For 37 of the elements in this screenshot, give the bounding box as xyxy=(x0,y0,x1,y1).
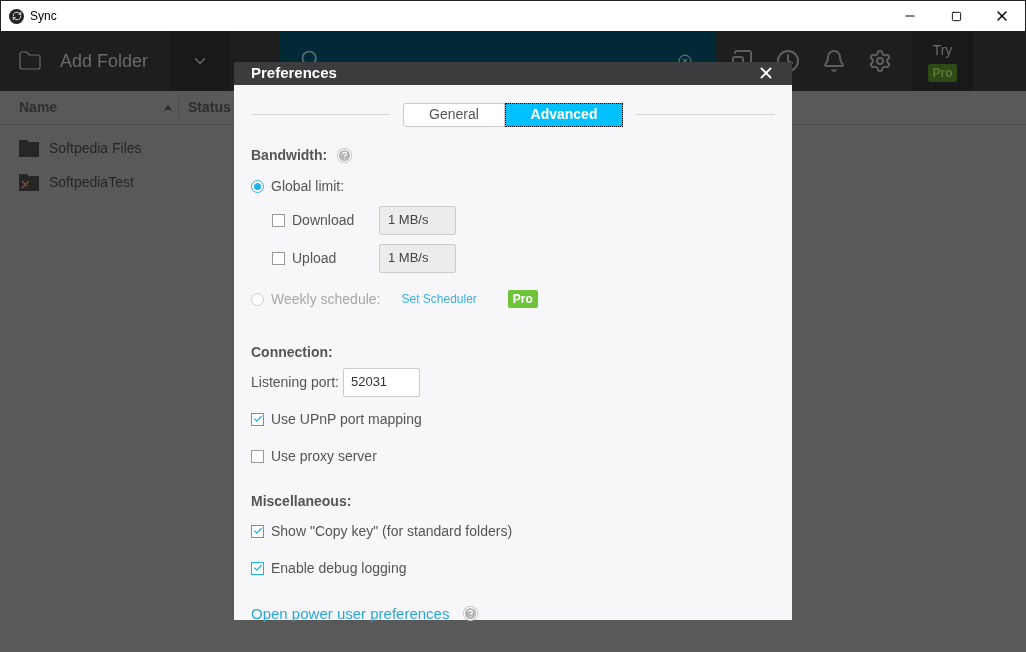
window-title: Sync xyxy=(30,8,57,25)
checkbox-label: Download xyxy=(292,210,356,230)
checkbox-label: Use UPnP port mapping xyxy=(271,409,422,429)
checkbox-label: Use proxy server xyxy=(271,446,377,466)
checkbox[interactable] xyxy=(272,213,285,227)
checkbox[interactable] xyxy=(251,524,264,538)
rate-field[interactable]: 1 MB/s xyxy=(379,243,456,273)
radio-label: Weekly schedule: xyxy=(271,289,381,309)
power-user-preferences-link[interactable]: Open power user preferences xyxy=(251,602,450,625)
field-label: Listening port: xyxy=(251,372,339,392)
rate-field[interactable]: 1 MB/s xyxy=(379,205,456,235)
radio-label: Global limit: xyxy=(271,176,345,196)
checkbox-label: Show "Copy key" (for standard folders) xyxy=(271,521,513,541)
checkbox[interactable] xyxy=(251,412,264,426)
broken-folder-icon xyxy=(19,173,39,191)
section-heading: Connection: xyxy=(251,342,334,362)
checkbox-label: Enable debug logging xyxy=(271,558,407,578)
radio-button[interactable] xyxy=(251,179,264,193)
folder-icon xyxy=(19,139,39,157)
tab[interactable]: General xyxy=(403,102,505,127)
checkbox[interactable] xyxy=(251,561,264,575)
bell-icon[interactable] xyxy=(822,49,846,73)
maximize-icon xyxy=(950,10,962,22)
section-heading: Miscellaneous: xyxy=(251,491,353,511)
settings-icon[interactable] xyxy=(868,49,892,73)
checkbox-label: Upload xyxy=(292,248,338,268)
tab[interactable]: Advanced xyxy=(505,102,623,127)
port-field[interactable]: 52031 xyxy=(342,367,420,397)
section-heading: Bandwidth: xyxy=(251,145,328,165)
checkbox[interactable] xyxy=(272,251,285,265)
help-icon[interactable] xyxy=(463,606,479,622)
app-logo-icon xyxy=(9,8,24,24)
pro-badge: Pro xyxy=(507,290,538,308)
dialog-title: Preferences xyxy=(251,63,337,83)
add-folder-button[interactable]: Add Folder xyxy=(0,31,170,91)
checkbox[interactable] xyxy=(251,449,264,463)
folder-icon xyxy=(18,49,42,73)
